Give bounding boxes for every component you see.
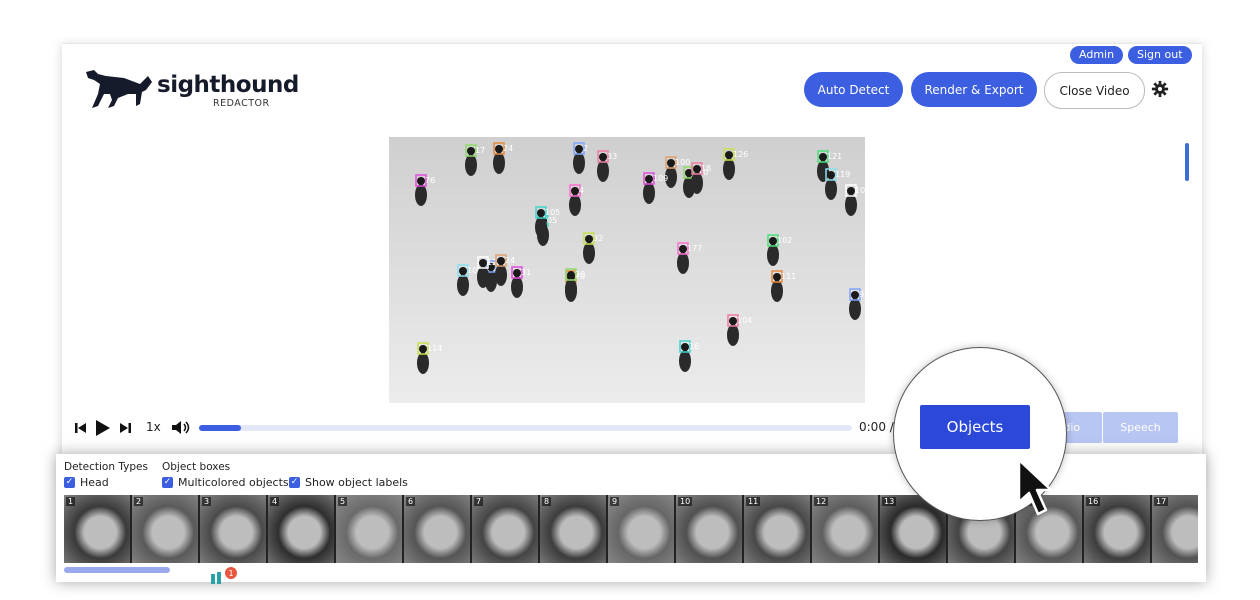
detection-label: 109 xyxy=(653,174,668,183)
head-checkbox[interactable]: ✓ Head xyxy=(64,476,109,489)
playback-speed[interactable]: 1x xyxy=(146,420,161,434)
detection-label: 121 xyxy=(827,152,842,161)
face-thumbnail[interactable]: 10 xyxy=(676,495,742,563)
face-thumbnail[interactable]: 11 xyxy=(744,495,810,563)
face-thumbnail[interactable]: 7 xyxy=(472,495,538,563)
mouse-cursor-icon xyxy=(1017,458,1053,516)
detection-label: 17 xyxy=(475,146,485,155)
detection-label: 18 xyxy=(701,164,711,173)
play-icon[interactable] xyxy=(95,419,111,437)
thumbnail-number: 4 xyxy=(270,497,280,506)
detection-label: 32 xyxy=(593,234,603,243)
detection-label: 76 xyxy=(425,176,435,185)
face-thumbnail[interactable]: 9 xyxy=(608,495,674,563)
thumbnail-number: 10 xyxy=(678,497,693,506)
face-thumbnail[interactable]: 3 xyxy=(200,495,266,563)
render-export-button[interactable]: Render & Export xyxy=(911,72,1037,107)
detection-label: 100 xyxy=(675,158,690,167)
admin-button[interactable]: Admin xyxy=(1070,46,1124,64)
detection-label: 111 xyxy=(781,272,796,281)
detection-label: 33 xyxy=(607,152,617,161)
face-thumbnail[interactable]: 2 xyxy=(132,495,198,563)
close-video-button[interactable]: Close Video xyxy=(1044,72,1145,109)
speech-tab-button[interactable]: Speech xyxy=(1103,412,1178,443)
detection-types-label: Detection Types xyxy=(64,461,148,473)
detection-label: 16 xyxy=(689,342,699,351)
detection-label: 20 xyxy=(575,270,585,279)
thumbnail-number: 5 xyxy=(338,497,348,506)
detection-label: 119 xyxy=(835,170,850,179)
face-thumbnail[interactable]: 12 xyxy=(812,495,878,563)
detection-label: 102 xyxy=(777,236,792,245)
notification-badge-icon[interactable]: 1 xyxy=(209,566,237,584)
thumbnail-number: 6 xyxy=(406,497,416,506)
thumbnail-number: 8 xyxy=(542,497,552,506)
face-thumbnail[interactable]: 16 xyxy=(1084,495,1150,563)
detection-label: 105 xyxy=(545,208,560,217)
show-object-labels-label: Show object labels xyxy=(305,476,408,489)
objects-tab-button[interactable]: Objects xyxy=(920,405,1030,449)
auto-detect-button[interactable]: Auto Detect xyxy=(804,72,903,107)
video-scene: 7617242330512641211191031001091102027181… xyxy=(389,137,865,403)
checkbox-checked-icon: ✓ xyxy=(289,477,300,488)
video-frame[interactable]: 7617242330512641211191031001091102027181… xyxy=(389,137,865,403)
thumbnail-number: 12 xyxy=(814,497,829,506)
detection-label: 24 xyxy=(503,144,513,153)
thumbnail-number: 17 xyxy=(1154,497,1169,506)
thumbnail-number: 11 xyxy=(746,497,761,506)
face-thumbnail[interactable]: 8 xyxy=(540,495,606,563)
thumbnail-number: 16 xyxy=(1086,497,1101,506)
detection-label: 114 xyxy=(427,344,442,353)
sign-out-button[interactable]: Sign out xyxy=(1128,46,1192,64)
thumbnail-number: 3 xyxy=(202,497,212,506)
checkbox-checked-icon: ✓ xyxy=(162,477,173,488)
object-boxes-label: Object boxes xyxy=(162,461,231,473)
thumbnail-number: 2 xyxy=(134,497,144,506)
detection-label: 104 xyxy=(737,316,752,325)
vertical-scrollbar[interactable] xyxy=(1185,143,1189,181)
detection-label: 2 xyxy=(583,144,588,153)
skip-back-icon[interactable] xyxy=(75,422,87,434)
volume-icon[interactable] xyxy=(171,420,191,435)
detection-label: 126 xyxy=(733,150,748,159)
thumbnail-number: 1 xyxy=(66,497,76,506)
gear-icon[interactable] xyxy=(1151,80,1169,98)
face-thumbnail[interactable]: 6 xyxy=(404,495,470,563)
checkbox-checked-icon: ✓ xyxy=(64,477,75,488)
detection-label: 177 xyxy=(687,244,702,253)
face-thumbnail[interactable]: 17 xyxy=(1152,495,1198,563)
detection-label: 05 xyxy=(547,216,557,225)
time-display: 0:00 / xyxy=(859,420,894,434)
multicolored-objects-checkbox[interactable]: ✓ Multicolored objects xyxy=(162,476,289,489)
skip-forward-icon[interactable] xyxy=(119,422,131,434)
svg-text:1: 1 xyxy=(228,569,233,578)
horizontal-scrollbar[interactable] xyxy=(64,567,170,573)
face-thumbnail[interactable]: 5 xyxy=(336,495,402,563)
progress-fill xyxy=(199,425,242,431)
thumbnail-number: 7 xyxy=(474,497,484,506)
head-label: Head xyxy=(80,476,109,489)
thumbnail-number: 9 xyxy=(610,497,620,506)
brand-subtitle: REDACTOR xyxy=(213,98,270,109)
multicolored-objects-label: Multicolored objects xyxy=(178,476,289,489)
thumbnail-number: 13 xyxy=(882,497,897,506)
progress-bar[interactable] xyxy=(199,425,852,431)
show-object-labels-checkbox[interactable]: ✓ Show object labels xyxy=(289,476,408,489)
detection-label: 4 xyxy=(579,186,584,195)
detection-label: 95 xyxy=(859,290,865,299)
detection-label: 103 xyxy=(855,186,865,195)
face-thumbnail[interactable]: 1 xyxy=(64,495,130,563)
detection-label: 24 xyxy=(505,256,515,265)
face-thumbnail[interactable]: 4 xyxy=(268,495,334,563)
brand-name: sighthound xyxy=(157,72,299,98)
detection-label: 31 xyxy=(521,268,531,277)
